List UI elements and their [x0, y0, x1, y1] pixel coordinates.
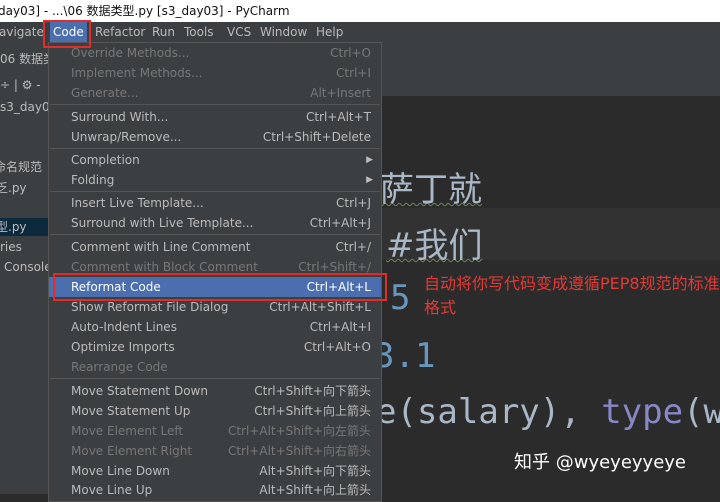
code-token: e(salary), [376, 392, 581, 432]
menu-run[interactable]: Run [149, 22, 178, 42]
menu-item-shortcut: Alt+Shift+向下箭头 [259, 464, 371, 478]
menu-item-surround-with[interactable]: Surround With... Ctrl+Alt+T [49, 107, 381, 127]
menu-tools[interactable]: Tools [181, 22, 217, 42]
menu-item-label: Auto-Indent Lines [71, 320, 177, 334]
menu-item-override-methods[interactable]: Override Methods... Ctrl+O [49, 43, 381, 63]
reformat-code-highlight-box [53, 273, 387, 301]
menu-item-shortcut: Ctrl+Alt+J [309, 216, 371, 230]
menu-item-shortcut: Ctrl+Shift+向上箭头 [254, 404, 371, 418]
menu-separator [50, 234, 380, 235]
menu-item-label: Implement Methods... [71, 66, 203, 80]
menu-item-label: Surround with Live Template... [71, 216, 254, 230]
menu-item-move-element-left[interactable]: Move Element Left Ctrl+Alt+Shift+向左箭头 [49, 421, 381, 441]
project-panel: 06 数据类型 ÷ | ⚙ - s3_day03 命名规范 乏.py 型.py … [0, 42, 48, 494]
tree-item[interactable]: 乏.py [0, 179, 27, 197]
submenu-arrow-icon: ▶ [366, 155, 373, 165]
code-line: 3.1 [374, 336, 436, 376]
tree-item-console[interactable]: Console [4, 258, 48, 276]
menu-item-move-line-down[interactable]: Move Line Down Alt+Shift+向下箭头 [49, 461, 381, 481]
menu-refactor[interactable]: Refactor [92, 22, 148, 42]
menu-separator [50, 191, 380, 192]
menu-item-label: Move Line Up [71, 483, 153, 497]
menu-vcs[interactable]: VCS [224, 22, 254, 42]
menu-window[interactable]: Window [257, 22, 310, 42]
code-token: type [601, 392, 684, 432]
editor-tab-strip [382, 42, 720, 96]
menu-item-shortcut: Ctrl+Alt+Shift+向左箭头 [227, 424, 371, 438]
menu-item-label: Insert Live Template... [71, 196, 204, 210]
menu-item-label: Move Element Left [71, 424, 184, 438]
annotation-text: 自动将你写代码变成遵循PEP8规范的标准格式 [424, 274, 720, 317]
window-title: day03] - ...\06 数据类型.py [s3_day03] - PyC… [0, 4, 290, 18]
code-menu-highlight-box [43, 20, 91, 48]
submenu-arrow-icon: ▶ [366, 175, 373, 185]
menu-item-label: Move Line Down [71, 464, 170, 478]
menu-item-surround-live-template[interactable]: Surround with Live Template... Ctrl+Alt+… [49, 213, 381, 233]
menu-item-label: Move Element Right [71, 444, 193, 458]
menu-item-label: Generate... [71, 86, 139, 100]
code-line: #我们 [386, 226, 483, 266]
menu-item-implement-methods[interactable]: Implement Methods... Ctrl+I [49, 63, 381, 83]
menu-item-insert-live-template[interactable]: Insert Live Template... Ctrl+J [49, 193, 381, 213]
menu-item-shortcut: Ctrl+J [336, 196, 371, 210]
menu-item-label: Folding [71, 173, 115, 187]
menu-item-label: Rearrange Code [71, 360, 168, 374]
menu-item-shortcut: Ctrl+O [330, 46, 371, 60]
tree-item[interactable]: 命名规范 [0, 158, 42, 176]
code-line: e(salary), type(we [376, 392, 720, 432]
menu-item-shortcut: Alt+Shift+向上箭头 [259, 483, 371, 497]
code-token: (we [683, 392, 720, 432]
menu-item-shortcut: Ctrl+/ [335, 240, 371, 254]
window-titlebar: day03] - ...\06 数据类型.py [s3_day03] - PyC… [0, 0, 720, 22]
project-toolbar[interactable]: ÷ | ⚙ - [0, 76, 41, 94]
menu-item-move-statement-down[interactable]: Move Statement Down Ctrl+Shift+向下箭头 [49, 381, 381, 401]
menu-item-shortcut: Ctrl+I [336, 66, 371, 80]
menu-item-label: Comment with Line Comment [71, 240, 251, 254]
menu-separator [50, 104, 380, 105]
tree-item-selected[interactable]: 型.py [0, 218, 48, 236]
menu-item-rearrange-code[interactable]: Rearrange Code [49, 357, 381, 377]
menu-item-line-comment[interactable]: Comment with Line Comment Ctrl+/ [49, 237, 381, 257]
menu-item-generate[interactable]: Generate... Alt+Insert [49, 83, 381, 103]
watermark: 知乎 @wyeyeyyeye [514, 452, 687, 473]
menu-item-move-statement-up[interactable]: Move Statement Up Ctrl+Shift+向上箭头 [49, 401, 381, 421]
menu-item-label: Completion [71, 153, 140, 167]
code-line: 5 [390, 278, 411, 318]
menu-separator [50, 148, 380, 149]
menu-item-label: Optimize Imports [71, 340, 175, 354]
menu-item-shortcut: Ctrl+Shift+Delete [262, 130, 371, 144]
menu-item-folding[interactable]: Folding ▶ [49, 170, 381, 190]
project-tab-label[interactable]: 06 数据类型 [0, 50, 48, 68]
menu-item-label: Unwrap/Remove... [71, 130, 182, 144]
menu-item-label: Surround With... [71, 110, 169, 124]
menu-item-move-line-up[interactable]: Move Line Up Alt+Shift+向上箭头 [49, 480, 381, 500]
menu-help[interactable]: Help [313, 22, 346, 42]
menu-separator [50, 378, 380, 379]
menu-item-move-element-right[interactable]: Move Element Right Ctrl+Alt+Shift+向右箭头 [49, 441, 381, 461]
menu-item-shortcut: Ctrl+Alt+O [303, 340, 371, 354]
menu-item-shortcut: Ctrl+Alt+I [309, 320, 371, 334]
menu-item-label: Move Statement Up [71, 404, 191, 418]
menu-item-shortcut: Ctrl+Alt+Shift+向右箭头 [227, 444, 371, 458]
tree-item[interactable]: s3_day03 [0, 98, 48, 116]
tree-item[interactable]: ries [0, 238, 22, 256]
menu-bar: avigate Code Refactor Run Tools VCS Wind… [0, 22, 720, 42]
menu-item-unwrap-remove[interactable]: Unwrap/Remove... Ctrl+Shift+Delete [49, 127, 381, 147]
code-line: 萨丁就 [380, 170, 482, 210]
menu-item-completion[interactable]: Completion ▶ [49, 150, 381, 170]
menu-item-optimize-imports[interactable]: Optimize Imports Ctrl+Alt+O [49, 337, 381, 357]
code-menu-dropdown: Override Methods... Ctrl+O Implement Met… [48, 42, 382, 502]
menu-item-label: Move Statement Down [71, 384, 208, 398]
menu-item-auto-indent[interactable]: Auto-Indent Lines Ctrl+Alt+I [49, 317, 381, 337]
menu-navigate[interactable]: avigate [0, 22, 47, 42]
menu-item-shortcut: Ctrl+Shift+向下箭头 [254, 384, 371, 398]
menu-item-shortcut: Alt+Insert [310, 86, 371, 100]
menu-item-shortcut: Ctrl+Alt+T [305, 110, 371, 124]
